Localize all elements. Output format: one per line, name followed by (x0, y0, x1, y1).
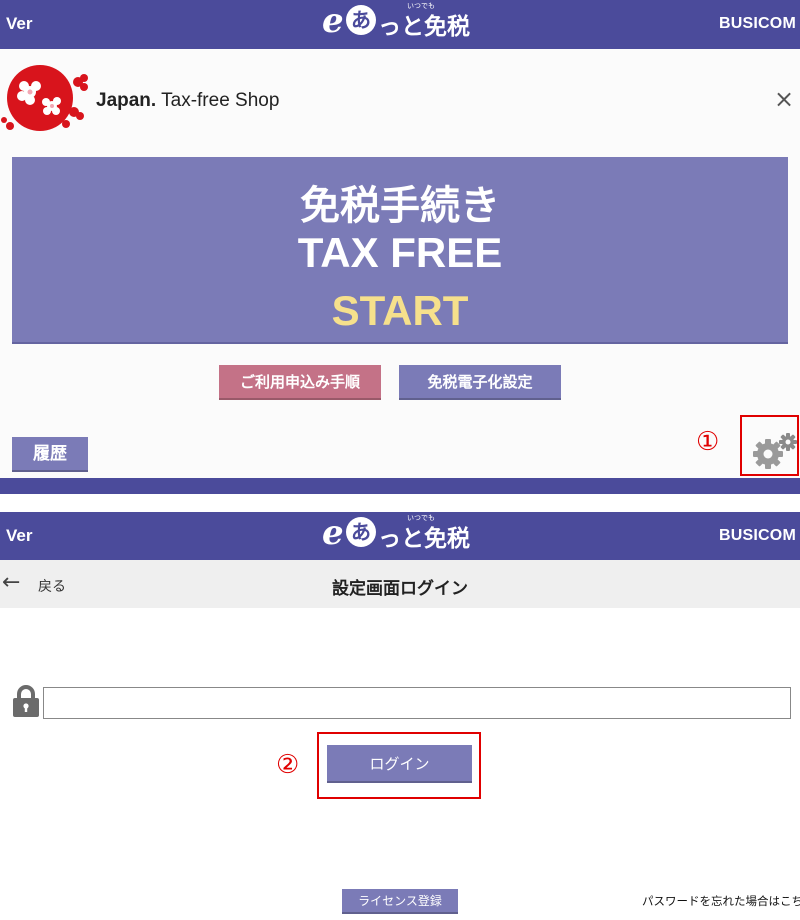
lock-icon (13, 685, 39, 717)
app-header: Ver e あ いつでも っと免税 BUSICOM (0, 0, 800, 49)
nav-bar: ← 戻る 設定画面ログイン (0, 560, 800, 608)
shop-title: Japan. Tax-free Shop (96, 90, 279, 112)
footer-bar (0, 478, 800, 494)
start-label-jp: 免税手続き (300, 183, 500, 229)
logo-e: e (322, 513, 344, 553)
login-button[interactable]: ログイン (327, 745, 472, 783)
brand-label: BUSICOM (719, 15, 796, 32)
annotation-number-2: ② (276, 750, 300, 780)
start-label-en: TAX FREE (297, 229, 503, 276)
shop-title-bold: Japan. (96, 90, 157, 111)
shop-title-rest: Tax-free Shop (156, 90, 280, 111)
close-icon[interactable]: × (774, 86, 794, 112)
app-logo: e あ いつでも っと免税 (322, 513, 482, 557)
gear-icon[interactable] (752, 432, 798, 470)
logo-text: っと免税 (378, 14, 470, 40)
settings-login-screen: Ver e あ いつでも っと免税 BUSICOM ← 戻る 設定画面ログイン … (0, 512, 800, 920)
page-title: 設定画面ログイン (332, 579, 468, 599)
logo-e: e (322, 1, 344, 41)
e-invoice-settings-button[interactable]: 免税電子化設定 (399, 365, 561, 400)
annotation-number-1: ① (696, 427, 720, 457)
license-register-button[interactable]: ライセンス登録 (342, 889, 458, 914)
logo-a: あ (346, 517, 376, 547)
history-button[interactable]: 履歴 (12, 437, 88, 472)
tax-free-start-button[interactable]: 免税手続き TAX FREE START (12, 157, 788, 344)
password-input[interactable] (43, 687, 791, 719)
home-screen: Ver e あ いつでも っと免税 BUSICOM Japan. Tax-fre… (0, 0, 800, 494)
version-label: Ver (6, 526, 33, 545)
japan-sakura-flag-icon (1, 65, 88, 131)
app-header: Ver e あ いつでも っと免税 BUSICOM (0, 512, 800, 560)
version-label: Ver (6, 14, 33, 33)
forgot-password-link[interactable]: パスワードを忘れた場合はこちら (642, 893, 800, 909)
brand-label: BUSICOM (719, 527, 796, 544)
start-label-go: START (331, 287, 469, 334)
app-logo: e あ いつでも っと免税 (322, 1, 482, 45)
logo-text: っと免税 (378, 526, 470, 552)
apply-procedure-button[interactable]: ご利用申込み手順 (219, 365, 381, 400)
logo-a: あ (346, 5, 376, 35)
